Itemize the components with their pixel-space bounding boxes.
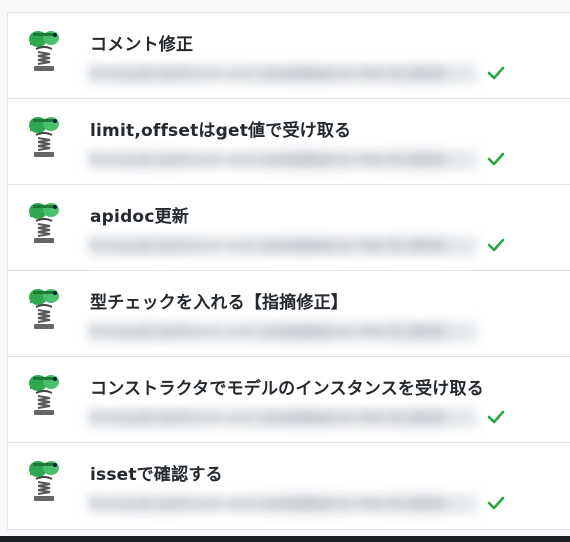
check-icon[interactable]: [485, 492, 507, 514]
commit-meta-text: Tomoyuki authored and committed on Mar 9…: [88, 64, 478, 84]
check-icon[interactable]: [485, 62, 507, 84]
avatar[interactable]: [24, 25, 64, 73]
commit-meta: Tomoyuki authored and committed on Mar 9…: [88, 150, 478, 170]
commit-row: コンストラクタでモデルのインスタンスを受け取る Tomoyuki authore…: [8, 357, 570, 443]
commit-title[interactable]: 型チェックを入れる【指摘修正】: [90, 288, 348, 313]
commit-row: apidoc更新 Tomoyuki authored and committed…: [8, 185, 570, 271]
avatar[interactable]: [24, 197, 64, 245]
commit-meta-text: Tomoyuki authored and committed on Mar 9…: [88, 408, 478, 428]
commit-meta: Tomoyuki authored and committed on Mar 9…: [88, 64, 478, 84]
commit-title[interactable]: コメント修正: [90, 30, 193, 55]
commit-meta: Tomoyuki authored and committed on Mar 9…: [88, 408, 478, 428]
commit-meta-text: Tomoyuki authored and committed on Mar 9…: [88, 236, 478, 256]
check-icon[interactable]: [485, 406, 507, 428]
avatar[interactable]: [24, 283, 64, 331]
commit-row: limit,offsetはget値で受け取る Tomoyuki authored…: [8, 99, 570, 185]
avatar[interactable]: [24, 369, 64, 417]
commit-list: コメント修正 Tomoyuki authored and committed o…: [7, 12, 570, 530]
commit-title[interactable]: コンストラクタでモデルのインスタンスを受け取る: [90, 374, 484, 399]
commit-meta: Tomoyuki authored and committed on Mar 9…: [88, 236, 478, 256]
commit-title[interactable]: issetで確認する: [90, 460, 223, 485]
commit-row: 型チェックを入れる【指摘修正】 Tomoyuki authored and co…: [8, 271, 570, 357]
bottom-border: [0, 536, 570, 542]
commit-meta-text: Tomoyuki authored and committed on Mar 9…: [88, 150, 478, 170]
commit-meta: Tomoyuki authored and committed on Mar 9…: [88, 494, 478, 514]
commit-row: issetで確認する Tomoyuki authored and committ…: [8, 443, 570, 529]
commit-meta-text: Tomoyuki authored and committed on Mar 9…: [88, 322, 478, 342]
commit-list-frame: コメント修正 Tomoyuki authored and committed o…: [0, 0, 570, 542]
commit-meta-text: Tomoyuki authored and committed on Mar 9…: [88, 494, 478, 514]
commit-title[interactable]: apidoc更新: [90, 202, 189, 227]
commit-row: コメント修正 Tomoyuki authored and committed o…: [8, 13, 570, 99]
commit-meta: Tomoyuki authored and committed on Mar 9…: [88, 322, 478, 342]
avatar[interactable]: [24, 111, 64, 159]
check-icon[interactable]: [485, 148, 507, 170]
check-icon[interactable]: [485, 234, 507, 256]
commit-title[interactable]: limit,offsetはget値で受け取る: [90, 116, 351, 141]
avatar[interactable]: [24, 455, 64, 503]
